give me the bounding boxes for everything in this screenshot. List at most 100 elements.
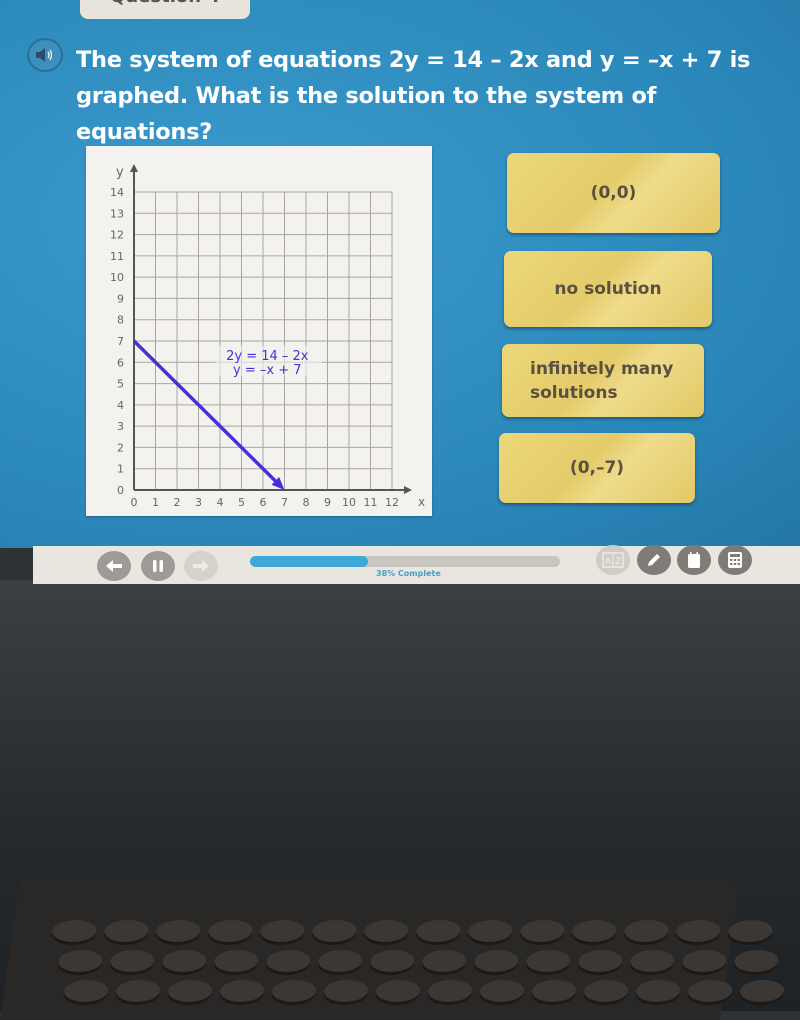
keyboard-key (160, 950, 208, 972)
x-tick-label: 0 (131, 496, 138, 509)
notepad-button[interactable] (677, 545, 711, 575)
keyboard-key (206, 920, 255, 942)
y-tick-label: 5 (117, 378, 124, 391)
keyboard (0, 880, 786, 1020)
question-text: The system of equations 2y = 14 – 2x and… (76, 42, 796, 150)
annotation-equation-1: 2y = 14 – 2x (226, 349, 309, 364)
x-tick-label: 9 (324, 496, 331, 509)
keyboard-key (634, 980, 682, 1002)
calculator-button[interactable] (718, 545, 752, 575)
pencil-icon (648, 554, 660, 566)
keyboard-key (576, 950, 624, 972)
keyboard-key (258, 920, 307, 942)
glossary-az-icon: A Z (602, 552, 624, 568)
keyboard-key (166, 980, 214, 1002)
calculator-icon (728, 552, 742, 568)
keyboard-key (368, 950, 416, 972)
back-button[interactable] (97, 551, 131, 581)
keyboard-key (316, 950, 364, 972)
progress-fill (250, 556, 368, 567)
keyboard-key (674, 920, 723, 942)
keyboard-key (582, 980, 630, 1002)
x-tick-label: 8 (303, 496, 310, 509)
progress-bar (250, 556, 560, 567)
y-tick-label: 1 (117, 463, 124, 476)
x-tick-label: 12 (385, 496, 399, 509)
y-tick-label: 9 (117, 292, 124, 305)
keyboard-key (414, 920, 463, 942)
x-tick-label: 10 (342, 496, 356, 509)
y-tick-label: 0 (117, 484, 124, 497)
answer-option-1[interactable]: (0,0) (507, 153, 720, 233)
pause-icon (153, 560, 163, 572)
y-tick-label: 3 (117, 420, 124, 433)
forward-button[interactable] (184, 551, 218, 581)
y-tick-label: 10 (110, 271, 124, 284)
graph-panel: 0 1 2 3 4 5 6 7 8 9 10 11 12 0 1 2 3 4 5 6 7 8 9 10 11 12 13 14 x y 2y… (86, 146, 432, 516)
y-tick-label: 11 (110, 250, 124, 263)
x-tick-label: 5 (238, 496, 245, 509)
answer-option-4[interactable]: (0,–7) (499, 433, 695, 503)
keyboard-key (622, 920, 671, 942)
keyboard-key (362, 920, 411, 942)
y-tick-label: 7 (117, 335, 124, 348)
keyboard-key (420, 950, 468, 972)
audio-button[interactable] (27, 38, 63, 72)
speaker-icon (36, 48, 53, 62)
annotation-equation-2: y = –x + 7 (233, 363, 301, 378)
keyboard-key (374, 980, 422, 1002)
y-tick-label: 12 (110, 229, 124, 242)
quiz-app: Question 4 The system of equations 2y = … (0, 0, 800, 548)
question-line-2: graphed. What is the solution to the sys… (76, 83, 657, 145)
x-tick-label: 6 (260, 496, 267, 509)
notepad-icon (688, 552, 700, 568)
answer-option-2[interactable]: no solution (504, 251, 712, 327)
y-axis-arrow (130, 164, 138, 172)
y-tick-label: 2 (117, 441, 124, 454)
keyboard-key (628, 950, 676, 972)
x-axis-label: x (418, 495, 425, 509)
glossary-button[interactable]: A Z (596, 545, 630, 575)
y-tick-label: 14 (110, 186, 124, 199)
keyboard-key (102, 920, 151, 942)
keyboard-key (518, 920, 567, 942)
keyboard-key (310, 920, 359, 942)
pencil-button[interactable] (637, 545, 671, 575)
x-tick-label: 3 (195, 496, 202, 509)
question-line-1: The system of equations 2y = 14 – 2x and… (76, 47, 751, 73)
keyboard-key (524, 950, 572, 972)
keyboard-key (212, 950, 260, 972)
y-tick-label: 8 (117, 314, 124, 327)
keyboard-key (570, 920, 619, 942)
keyboard-key (530, 980, 578, 1002)
x-axis-arrow (404, 486, 412, 494)
y-tick-label: 13 (110, 207, 124, 220)
keyboard-key (478, 980, 526, 1002)
x-tick-label: 11 (364, 496, 378, 509)
keyboard-key (108, 950, 156, 972)
keyboard-key (322, 980, 370, 1002)
keyboard-key (56, 950, 104, 972)
y-axis-label: y (116, 165, 124, 180)
pause-button[interactable] (141, 551, 175, 581)
keyboard-key (62, 980, 110, 1002)
chart-svg: 0 1 2 3 4 5 6 7 8 9 10 11 1201234567891011121314xy2y… (110, 164, 425, 509)
x-tick-label: 2 (174, 496, 181, 509)
question-tab: Question 4 (80, 0, 250, 19)
keyboard-key (114, 980, 162, 1002)
arrow-right-icon (193, 560, 209, 572)
keyboard-key (50, 920, 99, 942)
keyboard-key (218, 980, 266, 1002)
keyboard-key (154, 920, 203, 942)
svg-text:Z: Z (615, 557, 621, 567)
keyboard-key (466, 920, 515, 942)
keyboard-key (472, 950, 520, 972)
keyboard-key (426, 980, 474, 1002)
y-tick-label: 4 (117, 399, 124, 412)
keyboard-key (264, 950, 312, 972)
answer-option-3[interactable]: infinitely many solutions (502, 344, 704, 417)
arrow-left-icon (106, 560, 122, 572)
keyboard-key (270, 980, 318, 1002)
y-tick-label: 6 (117, 356, 124, 369)
x-tick-label: 4 (217, 496, 224, 509)
